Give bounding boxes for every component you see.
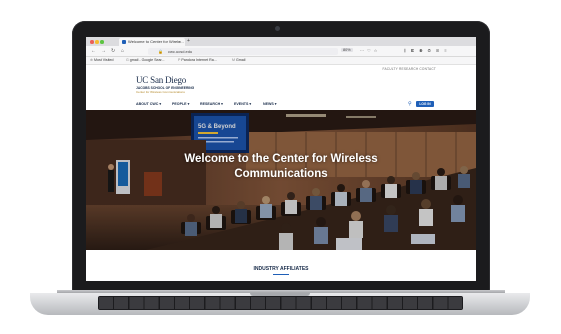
bookmarks-bar: ⊕Most Visited Ggmail - Google Sear... PP… (86, 57, 476, 65)
hero-banner: 5G & Beyond Welcome to the Center for Wi… (86, 110, 476, 250)
nav-events[interactable]: EVENTS ▾ (234, 102, 251, 106)
nav-research[interactable]: RESEARCH ▾ (200, 102, 223, 106)
new-tab-icon[interactable]: + (187, 38, 190, 44)
search-icon[interactable]: ⚲ (408, 101, 412, 107)
webpage: FACULTY RESEARCH CONTACT UC San Diego JA… (86, 65, 476, 281)
bookmark-most-visited[interactable]: ⊕Most Visited (90, 58, 114, 62)
hero-title: Welcome to the Center for Wireless Commu… (86, 152, 476, 181)
reload-icon[interactable]: ↻ (111, 48, 115, 54)
keyboard-keys (99, 297, 462, 309)
login-button[interactable]: LOG IN (416, 100, 434, 107)
center-name-label: Center for Wireless Communications (136, 90, 185, 94)
tab-title: Welcome to Center for Wirele... (128, 39, 184, 45)
nav-about[interactable]: ABOUT CWC ▾ (136, 102, 161, 106)
lock-icon: 🔒 (158, 48, 163, 54)
tab-close-icon[interactable]: × (179, 39, 181, 44)
window-minimize-button[interactable] (95, 40, 99, 44)
browser-tab[interactable]: Welcome to Center for Wirele... × (119, 38, 185, 46)
main-navigation: ABOUT CWC ▾ PEOPLE ▾ RESEARCH ▾ EVENTS ▾… (86, 98, 476, 110)
home-icon[interactable]: ⌂ (121, 48, 124, 54)
extensions-icons[interactable]: ⫼ ◧ ◉ ◎ ⊞ ≡ (404, 48, 449, 53)
laptop-lid: Welcome to Center for Wirele... × + ← → … (72, 21, 490, 292)
favicon-icon (122, 40, 126, 44)
hero-title-line-1: Welcome to the Center for Wireless (184, 153, 378, 165)
zoom-indicator[interactable]: 80% (341, 48, 353, 52)
window-zoom-button[interactable] (100, 40, 104, 44)
keyboard (98, 296, 463, 310)
nav-people[interactable]: PEOPLE ▾ (172, 102, 189, 106)
hero-title-line-2: Communications (234, 167, 328, 180)
bookmark-icon: ⊕ (90, 58, 94, 63)
section-divider (273, 274, 289, 275)
window-close-button[interactable] (90, 40, 94, 44)
browser-tab-bar: Welcome to Center for Wirele... × + (86, 37, 476, 46)
url-text: cwc.ucsd.edu (168, 48, 193, 54)
bookmark-gmail[interactable]: MGmail (232, 58, 245, 62)
gmail-icon: M (232, 58, 235, 63)
section-heading: INDUSTRY AFFILIATES (253, 266, 309, 272)
uc-san-diego-logo[interactable]: UC San Diego (136, 75, 186, 85)
back-icon[interactable]: ← (91, 48, 96, 54)
nav-news[interactable]: NEWS ▾ (263, 102, 277, 106)
google-icon: G (126, 58, 129, 63)
forward-icon[interactable]: → (101, 48, 106, 54)
screen: Welcome to Center for Wirele... × + ← → … (86, 37, 476, 281)
lid-opening-notch (250, 293, 310, 296)
laptop: Welcome to Center for Wirele... × + ← → … (0, 0, 561, 334)
bookmark-pandora[interactable]: PPandora Internet Ra... (178, 58, 217, 62)
utility-links[interactable]: FACULTY RESEARCH CONTACT (382, 67, 436, 71)
browser-toolbar: ← → ↻ ⌂ 🔒 cwc.ucsd.edu 80% ⋯ ♡ ☆ ⫼ ◧ ◉ ◎… (86, 46, 476, 57)
bookmark-google-search[interactable]: Ggmail - Google Sear... (126, 58, 165, 62)
address-bar[interactable]: 🔒 cwc.ucsd.edu (148, 47, 338, 55)
laptop-base (30, 293, 530, 315)
camera (275, 26, 280, 31)
page-actions-icons[interactable]: ⋯ ♡ ☆ (360, 48, 378, 53)
